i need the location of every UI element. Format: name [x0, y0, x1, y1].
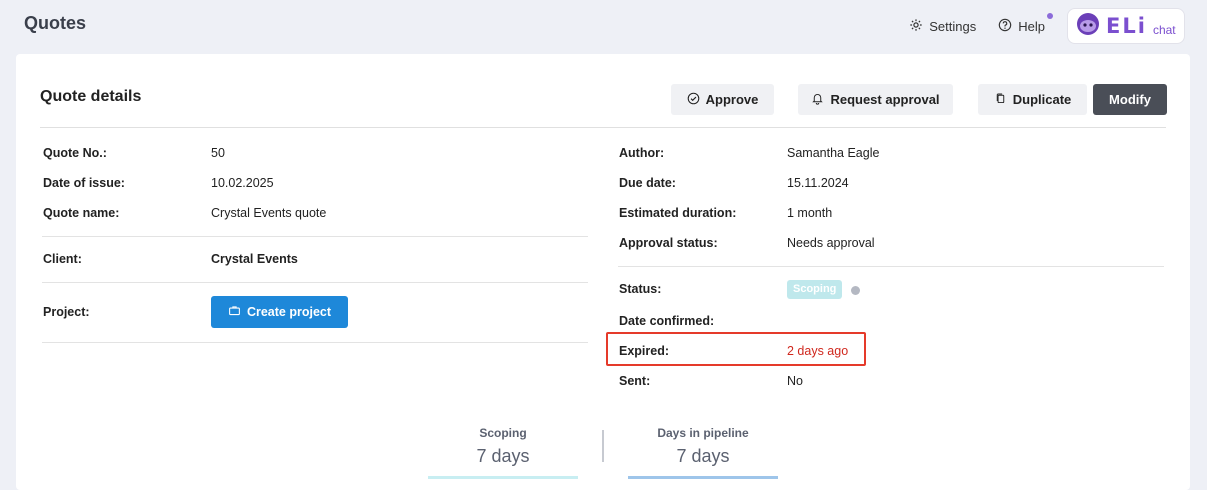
field-sent: Sent: [619, 374, 650, 388]
top-bar: Quotes Settings Help ELi chat [0, 0, 1207, 54]
field-label: Client: [43, 252, 82, 266]
field-label: Quote name: [43, 206, 120, 220]
request-approval-button[interactable]: Request approval [798, 84, 953, 115]
field-date-of-issue: Date of issue: [43, 176, 125, 190]
top-actions: Settings Help ELi chat [909, 8, 1185, 44]
field-expired: Expired: [619, 344, 669, 358]
field-value: Crystal Events quote [211, 206, 327, 220]
stat-label: Scoping [479, 426, 527, 440]
approve-button[interactable]: Approve [671, 84, 774, 115]
gear-icon [909, 18, 923, 35]
field-value: Needs approval [787, 236, 875, 250]
field-label: Quote No.: [43, 146, 107, 160]
field-label: Estimated duration: [619, 206, 737, 220]
field-label: Approval status: [619, 236, 718, 250]
eli-avatar-icon [1076, 12, 1100, 41]
field-approval-status: Approval status: [619, 236, 718, 250]
create-project-label: Create project [246, 305, 332, 319]
settings-link[interactable]: Settings [909, 18, 976, 35]
field-value: 1 month [787, 206, 833, 220]
briefcase-icon [228, 304, 241, 320]
copy-icon [994, 92, 1007, 108]
expired-value: 2 days ago [787, 344, 849, 358]
stat-bar-scoping [428, 476, 578, 479]
field-client: Client: [43, 252, 82, 266]
settings-label: Settings [929, 18, 977, 34]
eli-chat-button[interactable]: ELi chat [1067, 8, 1185, 44]
check-circle-icon [687, 92, 700, 108]
modify-label: Modify [1109, 92, 1151, 107]
duplicate-label: Duplicate [1012, 92, 1072, 107]
status-dot [851, 286, 860, 295]
field-label: Expired: [619, 344, 670, 358]
divider [42, 342, 588, 343]
field-project: Project: [43, 305, 90, 319]
eli-chat-label: chat [1152, 23, 1176, 37]
field-value: No [787, 374, 803, 388]
stat-label: Days in pipeline [657, 426, 749, 440]
field-label: Date confirmed: [619, 314, 715, 328]
field-label: Author: [619, 146, 665, 160]
create-project-button[interactable]: Create project [211, 296, 348, 328]
field-value: 15.11.2024 [787, 176, 849, 190]
field-label: Sent: [619, 374, 651, 388]
header-divider [40, 127, 1166, 128]
field-value: Samantha Eagle [787, 146, 880, 160]
page-title: Quotes [24, 13, 87, 33]
status-badge: Scoping [787, 280, 843, 299]
card-title: Quote details [40, 88, 142, 105]
help-link[interactable]: Help [998, 12, 1053, 35]
question-circle-icon [998, 18, 1012, 35]
quote-details-card: Quote details Approve Request approval D… [16, 54, 1190, 490]
field-label: Status: [619, 282, 662, 296]
stat-days-in-pipeline: Days in pipeline 7 days [628, 426, 778, 467]
request-approval-label: Request approval [830, 92, 940, 107]
divider [42, 236, 588, 237]
field-quote-name: Quote name: [43, 206, 119, 220]
field-label: Date of issue: [43, 176, 125, 190]
field-due-date: Due date: [619, 176, 676, 190]
notification-dot [1047, 12, 1053, 19]
help-label: Help [1018, 18, 1045, 34]
field-status: Status: [619, 282, 661, 296]
divider [618, 266, 1164, 267]
field-author: Author: [619, 146, 664, 160]
field-value: 10.02.2025 [211, 176, 274, 190]
field-label: Project: [43, 305, 90, 319]
field-quote-no: Quote No.: [43, 146, 107, 160]
approve-label: Approve [705, 92, 759, 107]
field-value: 50 [211, 146, 225, 160]
modify-button[interactable]: Modify [1093, 84, 1167, 115]
stat-value: 7 days [676, 446, 730, 466]
eli-brand: ELi [1106, 14, 1147, 38]
stat-bar-pipeline [628, 476, 778, 479]
field-date-confirmed: Date confirmed: [619, 314, 714, 328]
bell-icon [811, 92, 824, 108]
stat-divider [602, 430, 604, 462]
field-label: Due date: [619, 176, 676, 190]
divider [42, 282, 588, 283]
client-name: Crystal Events [211, 252, 298, 266]
duplicate-button[interactable]: Duplicate [978, 84, 1087, 115]
stat-scoping: Scoping 7 days [428, 426, 578, 467]
stat-value: 7 days [476, 446, 530, 466]
field-estimated-duration: Estimated duration: [619, 206, 736, 220]
